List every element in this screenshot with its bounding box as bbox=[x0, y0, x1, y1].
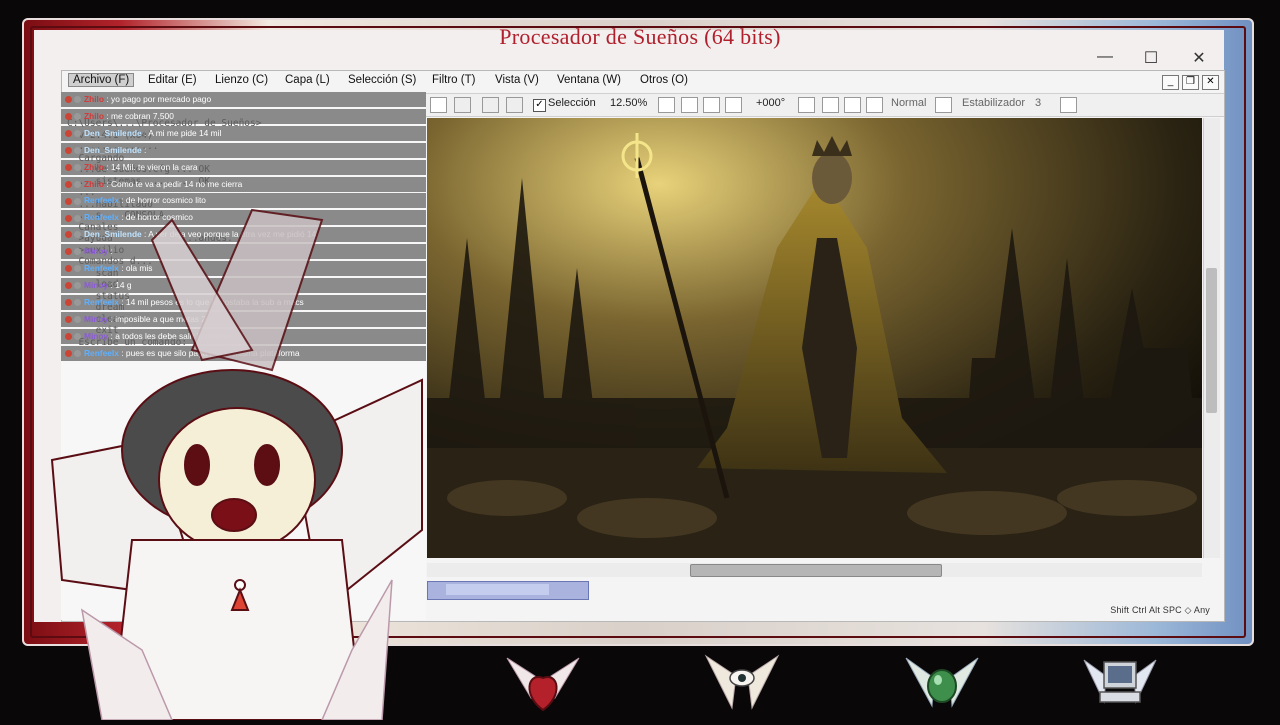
maximize-button[interactable]: ☐ bbox=[1136, 48, 1166, 68]
selection-label: Selección bbox=[548, 97, 596, 109]
menu-archivo[interactable]: Archivo (F) bbox=[68, 73, 135, 87]
rotate-right-icon[interactable] bbox=[866, 97, 883, 113]
close-button[interactable]: ✕ bbox=[1184, 48, 1214, 68]
heart-wings-icon[interactable] bbox=[505, 648, 581, 720]
vertical-scrollbar[interactable] bbox=[1203, 118, 1220, 558]
chat-text: A mi me pide 14 mil bbox=[148, 127, 222, 138]
chat-username[interactable]: Den_Smilende bbox=[84, 128, 142, 138]
chat-message: Den_Smilende : A mi me pide 14 mil bbox=[61, 125, 426, 141]
chat-username[interactable]: Den_Smilende bbox=[84, 145, 142, 155]
menu-filtro[interactable]: Filtro (T) bbox=[432, 74, 475, 86]
chat-avatar-icon bbox=[74, 146, 81, 154]
rotation-dropdown-icon[interactable] bbox=[798, 97, 815, 113]
chat-message: Zhilo : 14 Mil. te vieron la cara bbox=[61, 159, 426, 175]
zoom-in-icon[interactable] bbox=[725, 97, 742, 113]
rotate-left-icon[interactable] bbox=[822, 97, 839, 113]
tool-option-icon[interactable] bbox=[482, 97, 499, 113]
zoom-fit-icon[interactable] bbox=[703, 97, 720, 113]
mdi-restore-icon[interactable]: ❐ bbox=[1182, 75, 1199, 90]
chat-username[interactable]: Zhilo bbox=[84, 94, 104, 104]
computer-icon[interactable] bbox=[1082, 648, 1158, 720]
chat-text: yo pago por mercado pago bbox=[111, 94, 212, 104]
menu-bar: Archivo (F) Editar (E) Lienzo (C) Capa (… bbox=[62, 71, 1224, 94]
rotation-value[interactable]: +000° bbox=[756, 97, 785, 109]
chat-separator: : bbox=[141, 144, 147, 155]
stabilizer-dropdown-icon[interactable] bbox=[1060, 97, 1077, 113]
blend-mode-value[interactable]: Normal bbox=[891, 97, 926, 109]
chat-avatar-icon bbox=[74, 96, 81, 104]
chat-message: Zhilo : me cobran 7.500 bbox=[61, 108, 426, 124]
menu-seleccion[interactable]: Selección (S) bbox=[348, 74, 416, 86]
mdi-close-icon[interactable]: ✕ bbox=[1202, 75, 1219, 90]
zoom-out-icon[interactable] bbox=[681, 97, 698, 113]
layer-task-bar[interactable] bbox=[427, 581, 589, 600]
dark-king-artwork bbox=[427, 118, 1202, 558]
chat-badge-icon bbox=[65, 96, 72, 104]
chat-avatar-icon bbox=[74, 113, 81, 121]
zoom-dropdown-icon[interactable] bbox=[658, 97, 675, 113]
menu-vista[interactable]: Vista (V) bbox=[495, 74, 539, 86]
desktop-dock bbox=[0, 648, 1280, 720]
chat-avatar-icon bbox=[74, 163, 81, 171]
chat-message: Den_Smilende : bbox=[61, 142, 426, 158]
chat-badge-icon bbox=[65, 163, 72, 171]
menu-capa[interactable]: Capa (L) bbox=[285, 74, 330, 86]
chat-badge-icon bbox=[65, 130, 72, 138]
minimize-button[interactable]: — bbox=[1090, 48, 1120, 66]
chat-separator: : bbox=[104, 110, 111, 121]
menu-lienzo[interactable]: Lienzo (C) bbox=[215, 74, 268, 86]
horizontal-scrollbar[interactable] bbox=[427, 563, 1202, 577]
vtuber-avatar bbox=[50, 208, 423, 720]
chat-separator: : bbox=[104, 161, 111, 172]
chat-text: 14 Mil. te vieron la cara bbox=[111, 161, 198, 172]
stabilizer-value[interactable]: 3 bbox=[1035, 97, 1041, 109]
menu-editar[interactable]: Editar (E) bbox=[148, 74, 197, 86]
tool-option-icon[interactable] bbox=[454, 97, 471, 113]
rotate-reset-icon[interactable] bbox=[844, 97, 861, 113]
vertical-scroll-thumb[interactable] bbox=[1206, 268, 1217, 413]
eye-wings-icon[interactable] bbox=[704, 648, 780, 720]
drawing-canvas[interactable] bbox=[427, 118, 1202, 558]
chat-username[interactable]: Zhilo bbox=[84, 111, 104, 121]
selection-tool-icon[interactable] bbox=[430, 97, 447, 113]
chat-message: Zhilo : yo pago por mercado pago bbox=[61, 92, 426, 107]
menu-otros[interactable]: Otros (O) bbox=[640, 74, 688, 86]
horizontal-scroll-thumb[interactable] bbox=[690, 564, 942, 577]
modifier-keys-indicator: Shift Ctrl Alt SPC ◇ Any bbox=[1110, 605, 1210, 615]
chat-separator: : bbox=[104, 94, 111, 104]
chat-badge-icon bbox=[65, 146, 72, 154]
tool-option-icon[interactable] bbox=[506, 97, 523, 113]
gem-wings-icon[interactable] bbox=[904, 648, 980, 720]
chat-avatar-icon bbox=[74, 130, 81, 138]
chat-badge-icon bbox=[65, 113, 72, 121]
zoom-value[interactable]: 12.50% bbox=[610, 97, 647, 109]
mdi-minimize-icon[interactable]: _ bbox=[1162, 75, 1179, 90]
blend-mode-icon[interactable] bbox=[935, 97, 952, 113]
menu-ventana[interactable]: Ventana (W) bbox=[557, 74, 621, 86]
chat-text: me cobran 7.500 bbox=[111, 110, 174, 121]
stabilizer-label: Estabilizador bbox=[962, 97, 1025, 109]
chat-username[interactable]: Zhilo bbox=[84, 162, 104, 172]
window-title: Procesador de Sueños (64 bits) bbox=[499, 24, 781, 49]
selection-checkbox[interactable]: ✓ bbox=[533, 99, 546, 112]
